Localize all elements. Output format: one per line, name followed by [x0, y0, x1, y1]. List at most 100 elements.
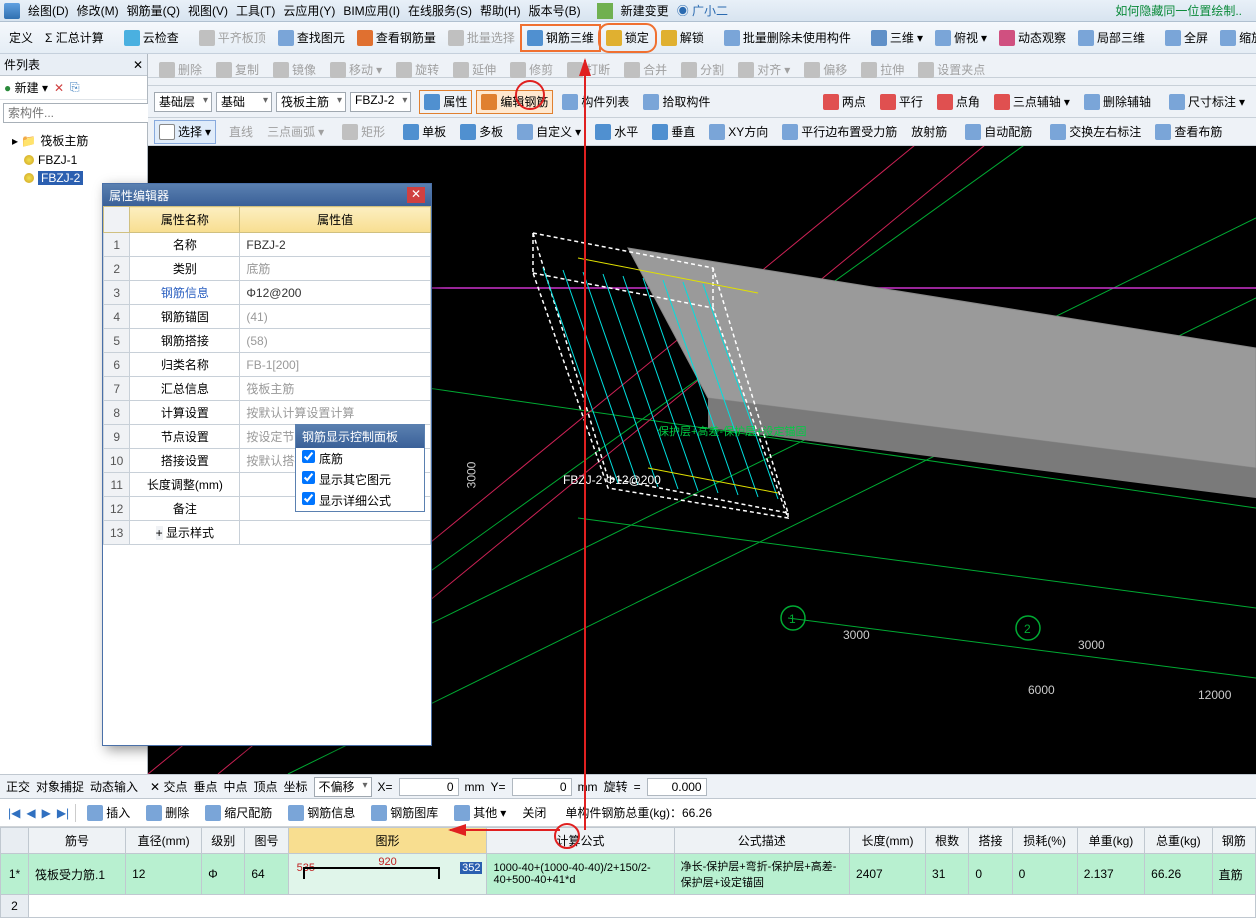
prop-row[interactable]: 6归类名称FB-1[200]: [104, 353, 431, 377]
btn-rebar3d[interactable]: 钢筋三维: [522, 26, 599, 50]
cat-combo[interactable]: 基础: [216, 92, 272, 112]
layer-combo[interactable]: 基础层: [154, 92, 212, 112]
btn-trim[interactable]: 修剪: [505, 58, 558, 82]
table-row[interactable]: 1* 筏板受力筋.1 12 Φ 64 535 920 352 1000-40+(…: [1, 854, 1256, 895]
btn-pick[interactable]: 拾取构件: [638, 90, 715, 114]
snap-osnap[interactable]: 对象捕捉: [36, 778, 84, 795]
prop-row[interactable]: 13+ 显示样式: [104, 521, 431, 545]
menu-modify[interactable]: 修改(M): [77, 2, 119, 19]
search-input[interactable]: [3, 103, 168, 123]
btn-define[interactable]: 定义: [4, 26, 38, 50]
btn-orbit[interactable]: 动态观察: [994, 26, 1071, 50]
table-row[interactable]: 2: [1, 895, 1256, 918]
btn-complist[interactable]: 构件列表: [557, 90, 634, 114]
btn-extend[interactable]: 延伸: [448, 58, 501, 82]
btn-props[interactable]: 属性: [419, 90, 472, 114]
prop-row[interactable]: 8计算设置按默认计算设置计算: [104, 401, 431, 425]
new-change-icon[interactable]: [597, 3, 613, 19]
btn-stretch[interactable]: 拉伸: [856, 58, 909, 82]
panel-title[interactable]: 钢筋显示控制面板: [296, 425, 424, 448]
draw-line[interactable]: 直线: [224, 120, 258, 144]
prop-row[interactable]: 4钢筋锚固(41): [104, 305, 431, 329]
menu-rebar[interactable]: 钢筋量(Q): [127, 2, 180, 19]
bt-scale[interactable]: 缩尺配筋: [200, 801, 277, 825]
draw-radial[interactable]: 放射筋: [906, 120, 952, 144]
menu-view[interactable]: 视图(V): [188, 2, 228, 19]
aux-3pt[interactable]: 三点辅轴 ▾: [989, 90, 1075, 114]
prop-row[interactable]: 2类别底筋: [104, 257, 431, 281]
y-input[interactable]: [512, 778, 572, 796]
rot-input[interactable]: [647, 778, 707, 796]
type-combo[interactable]: 筏板主筋: [276, 92, 346, 112]
close-icon[interactable]: ✕: [407, 187, 425, 203]
btn-offset[interactable]: 偏移: [799, 58, 852, 82]
btn-cloudcheck[interactable]: 云检查: [119, 26, 184, 50]
btn-local3d[interactable]: 局部三维: [1073, 26, 1150, 50]
draw-xy[interactable]: XY方向: [704, 120, 773, 144]
menu-help[interactable]: 帮助(H): [480, 2, 521, 19]
btn-sum[interactable]: Σ 汇总计算: [40, 26, 109, 50]
draw-vert[interactable]: 垂直: [647, 120, 700, 144]
draw-view[interactable]: 查看布筋: [1150, 120, 1227, 144]
btn-align[interactable]: 对齐 ▾: [733, 58, 795, 82]
menu-online[interactable]: 在线服务(S): [408, 2, 472, 19]
draw-single[interactable]: 单板: [398, 120, 451, 144]
btn-break[interactable]: 打断: [562, 58, 615, 82]
prop-row[interactable]: 5钢筋搭接(58): [104, 329, 431, 353]
draw-horz[interactable]: 水平: [590, 120, 643, 144]
btn-viewrebar[interactable]: 查看钢筋量: [352, 26, 441, 50]
btn-unlock[interactable]: 解锁: [656, 26, 709, 50]
btn-batchsel[interactable]: 批量选择: [443, 26, 520, 50]
menu-draw[interactable]: 绘图(D): [28, 2, 69, 19]
snap-mid[interactable]: 中点: [223, 778, 247, 795]
bt-insert[interactable]: 插入: [82, 801, 135, 825]
draw-auto[interactable]: 自动配筋: [960, 120, 1037, 144]
aux-2pt[interactable]: 两点: [818, 90, 871, 114]
btn-lock[interactable]: 锁定: [601, 26, 654, 50]
snap-vert[interactable]: 顶点: [253, 778, 277, 795]
snap-perp[interactable]: 垂点: [193, 778, 217, 795]
tree-root[interactable]: ▸ 📁 筏板主筋: [8, 130, 147, 151]
btn-level[interactable]: 平齐板顶: [194, 26, 271, 50]
bt-info[interactable]: 钢筋信息: [283, 801, 360, 825]
bt-other[interactable]: 其他 ▾: [449, 801, 511, 825]
draw-rect[interactable]: 矩形: [337, 120, 390, 144]
x-input[interactable]: [399, 778, 459, 796]
btn-top[interactable]: 俯视 ▾: [930, 26, 992, 50]
offset-combo[interactable]: 不偏移: [314, 777, 372, 797]
btn-move[interactable]: 移动 ▾: [325, 58, 387, 82]
draw-custom[interactable]: 自定义 ▾: [512, 120, 586, 144]
chk-other[interactable]: 显示其它图元: [296, 469, 424, 490]
btn-copy[interactable]: 复制: [211, 58, 264, 82]
btn-rotate[interactable]: 旋转: [391, 58, 444, 82]
menu-tools[interactable]: 工具(T): [236, 2, 275, 19]
del-icon[interactable]: ✕: [54, 81, 64, 95]
aux-par[interactable]: 平行: [875, 90, 928, 114]
btn-split[interactable]: 分割: [676, 58, 729, 82]
code-combo[interactable]: FBZJ-2: [350, 92, 411, 112]
menu-bim[interactable]: BIM应用(I): [343, 2, 400, 19]
prop-row[interactable]: 3钢筋信息Φ12@200: [104, 281, 431, 305]
help-tip[interactable]: 如何隐藏同一位置绘制..: [1115, 2, 1242, 19]
draw-arc[interactable]: 三点画弧 ▾: [262, 120, 329, 144]
aux-ang[interactable]: 点角: [932, 90, 985, 114]
draw-parallel[interactable]: 平行边布置受力筋: [777, 120, 902, 144]
new-btn[interactable]: ● 新建 ▾: [4, 79, 48, 96]
chk-formula[interactable]: 显示详细公式: [296, 490, 424, 511]
btn-select[interactable]: 选择 ▾: [154, 120, 216, 144]
bt-lib[interactable]: 钢筋图库: [366, 801, 443, 825]
btn-del[interactable]: 删除: [154, 58, 207, 82]
draw-swap[interactable]: 交换左右标注: [1045, 120, 1146, 144]
snap-dyn[interactable]: 动态输入: [90, 778, 138, 795]
nav-last[interactable]: ▶|: [57, 806, 69, 820]
btn-merge[interactable]: 合并: [619, 58, 672, 82]
btn-editrebar[interactable]: 编辑钢筋: [476, 90, 553, 114]
bt-close[interactable]: 关闭: [517, 801, 551, 825]
nav-next[interactable]: ▶: [42, 806, 51, 820]
btn-3d[interactable]: 三维 ▾: [866, 26, 928, 50]
aux-dim[interactable]: 尺寸标注 ▾: [1164, 90, 1250, 114]
tree-item[interactable]: FBZJ-1: [8, 151, 147, 169]
draw-multi[interactable]: 多板: [455, 120, 508, 144]
snap-ortho[interactable]: 正交: [6, 778, 30, 795]
new-change[interactable]: 新建变更: [621, 2, 669, 19]
